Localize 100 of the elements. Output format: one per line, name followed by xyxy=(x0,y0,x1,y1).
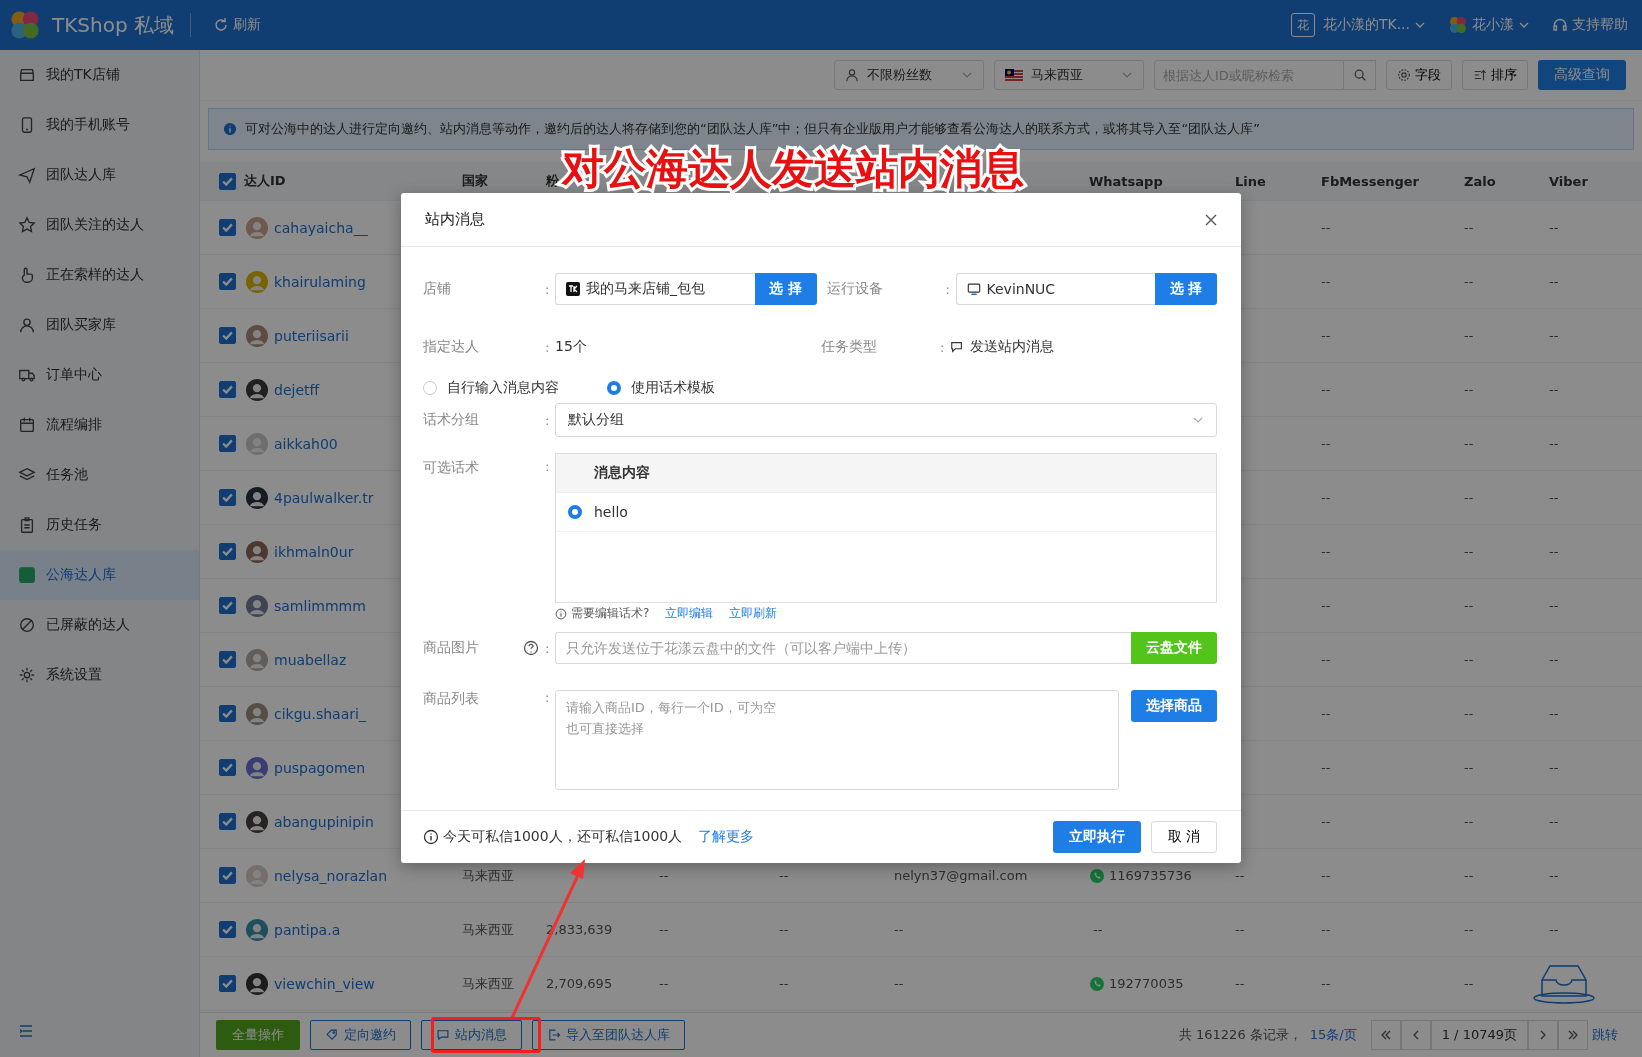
creator-link[interactable]: cahayaicha__ xyxy=(274,219,368,236)
row-checkbox[interactable] xyxy=(219,975,236,992)
table-cell-text: -- xyxy=(1320,382,1331,397)
row-checkbox[interactable] xyxy=(219,921,236,938)
table-cell-text: -- xyxy=(1548,544,1559,559)
sidebar-item[interactable]: 正在索样的达人 xyxy=(0,250,199,300)
creator-link[interactable]: nelysa_norazlan xyxy=(274,867,387,884)
field-label: 话术分组 xyxy=(423,411,480,429)
table-cell-text: -- xyxy=(1463,922,1474,937)
next-page-button[interactable] xyxy=(1528,1020,1558,1050)
field-label: 任务类型 xyxy=(821,338,878,356)
row-checkbox[interactable] xyxy=(219,381,236,398)
sidebar-item[interactable]: 历史任务 xyxy=(0,500,199,550)
menu-icon[interactable] xyxy=(18,1023,34,1039)
row-checkbox[interactable] xyxy=(219,435,236,452)
group-select[interactable]: 默认分组 xyxy=(555,403,1217,437)
previous-page-button[interactable] xyxy=(1400,1020,1431,1050)
run-button[interactable]: 立即执行 xyxy=(1052,821,1141,853)
column-header: 国家 xyxy=(461,172,489,190)
sidebar-item[interactable]: 我的TK店铺 xyxy=(0,50,199,100)
row-checkbox[interactable] xyxy=(219,597,236,614)
creator-link[interactable]: dejetff xyxy=(274,381,320,398)
row-checkbox[interactable] xyxy=(219,705,236,722)
creator-link[interactable]: 4paulwalker.tr xyxy=(274,489,374,506)
sidebar-item[interactable]: 公海达人库 xyxy=(0,550,199,600)
script-row[interactable]: hello xyxy=(556,493,1216,532)
action-button[interactable]: 站内消息 xyxy=(421,1020,522,1050)
mode-radio[interactable]: 使用话术模板 xyxy=(607,379,715,397)
mode-radio[interactable]: 自行输入消息内容 xyxy=(423,379,559,397)
fans-filter[interactable]: 不限粉丝数 xyxy=(834,60,984,90)
creator-link[interactable]: ikhmaln0ur xyxy=(274,543,354,560)
chat-icon xyxy=(436,1028,450,1042)
sidebar-item[interactable]: 订单中心 xyxy=(0,350,199,400)
cloud-files-button[interactable]: 云盘文件 xyxy=(1131,632,1217,664)
advanced-search-button[interactable]: 高级查询 xyxy=(1538,60,1626,90)
select-button[interactable]: 选 择 xyxy=(754,273,817,305)
colon: : xyxy=(545,690,551,705)
sidebar-item[interactable]: 系统设置 xyxy=(0,650,199,700)
creator-link[interactable]: khairulaming xyxy=(274,273,366,290)
row-checkbox[interactable] xyxy=(219,651,236,668)
bulk-action-button[interactable]: 全量操作 xyxy=(216,1020,300,1050)
select-button[interactable]: 选 择 xyxy=(1155,273,1217,305)
refresh-link[interactable]: 立即刷新 xyxy=(729,605,778,622)
table-cell-text: -- xyxy=(1548,814,1559,829)
action-button[interactable]: 导入至团队达人库 xyxy=(532,1020,685,1050)
field-label: 指定达人 xyxy=(423,338,480,356)
creator-link[interactable]: samlimmmm xyxy=(274,597,366,614)
row-checkbox[interactable] xyxy=(219,813,236,830)
sidebar-item[interactable]: 已屏蔽的达人 xyxy=(0,600,199,650)
row-checkbox[interactable] xyxy=(219,273,236,290)
sidebar-item[interactable]: 团队达人库 xyxy=(0,150,199,200)
learn-more-link[interactable]: 了解更多 xyxy=(698,828,755,846)
creator-link[interactable]: abangupinipin xyxy=(274,813,374,830)
row-checkbox[interactable] xyxy=(219,219,236,236)
sidebar-item[interactable]: 团队关注的达人 xyxy=(0,200,199,250)
column-header: Viber xyxy=(1548,173,1589,189)
refresh-button[interactable]: 刷新 xyxy=(207,16,267,34)
device-name: KevinNUC xyxy=(986,281,1056,297)
info-text: 可对公海中的达人进行定向邀约、站内消息等动作，邀约后的达人将存储到您的“团队达人库”中；但只有企业版用户才能够查看公海达人的联系方式，或将其导入至“团队达人库” xyxy=(245,120,1260,138)
creator-link[interactable]: viewchin_view xyxy=(274,975,375,992)
creator-link[interactable]: puteriisarii xyxy=(274,327,349,344)
jump-link[interactable]: 跳转 xyxy=(1592,1026,1618,1044)
row-checkbox[interactable] xyxy=(219,327,236,344)
image-field[interactable]: 只允许发送位于花漾云盘中的文件（可以客户端中上传） xyxy=(555,632,1131,664)
row-checkbox[interactable] xyxy=(219,543,236,560)
fields-button[interactable]: 字段 xyxy=(1386,60,1452,90)
help-button[interactable]: 支持帮助 xyxy=(1546,16,1634,34)
avatar xyxy=(246,540,268,563)
first-page-button[interactable] xyxy=(1370,1020,1401,1050)
avatar xyxy=(246,702,268,725)
creator-link[interactable]: aikkah00 xyxy=(274,435,338,452)
sort-button[interactable]: 排序 xyxy=(1462,60,1528,90)
select-all-checkbox[interactable] xyxy=(219,172,236,190)
search-button[interactable] xyxy=(1344,60,1376,90)
creator-link[interactable]: pantipa.a xyxy=(274,921,341,938)
sidebar-item[interactable]: 我的手机账号 xyxy=(0,100,199,150)
sidebar-item[interactable]: 流程编排 xyxy=(0,400,199,450)
row-checkbox[interactable] xyxy=(219,489,236,506)
cancel-button[interactable]: 取 消 xyxy=(1150,821,1217,853)
column-header: Zalo xyxy=(1463,173,1497,189)
country-filter[interactable]: 马来西亚 xyxy=(994,60,1144,90)
page-size-link[interactable]: 15条/页 xyxy=(1309,1026,1357,1044)
account-menu[interactable]: 花 花小漾的TK... xyxy=(1284,13,1432,37)
creator-link[interactable]: cikgu.shaari_ xyxy=(274,705,366,722)
select-products-button[interactable]: 选择商品 xyxy=(1131,690,1217,722)
creator-link[interactable]: puspagomen xyxy=(274,759,366,776)
row-checkbox[interactable] xyxy=(219,867,236,884)
sidebar-item[interactable]: 任务池 xyxy=(0,450,199,500)
table-cell-text: -- xyxy=(1320,274,1331,289)
colon: : xyxy=(545,459,551,474)
row-checkbox[interactable] xyxy=(219,759,236,776)
edit-link[interactable]: 立即编辑 xyxy=(665,605,714,622)
last-page-button[interactable] xyxy=(1558,1020,1588,1050)
user-menu[interactable]: 花小漾 xyxy=(1442,15,1536,35)
avatar xyxy=(246,648,268,671)
creator-link[interactable]: muabellaz xyxy=(274,651,347,668)
headset-icon xyxy=(1552,17,1568,33)
sidebar-item[interactable]: 团队买家库 xyxy=(0,300,199,350)
action-button[interactable]: 定向邀约 xyxy=(310,1020,411,1050)
store-icon xyxy=(18,66,36,84)
